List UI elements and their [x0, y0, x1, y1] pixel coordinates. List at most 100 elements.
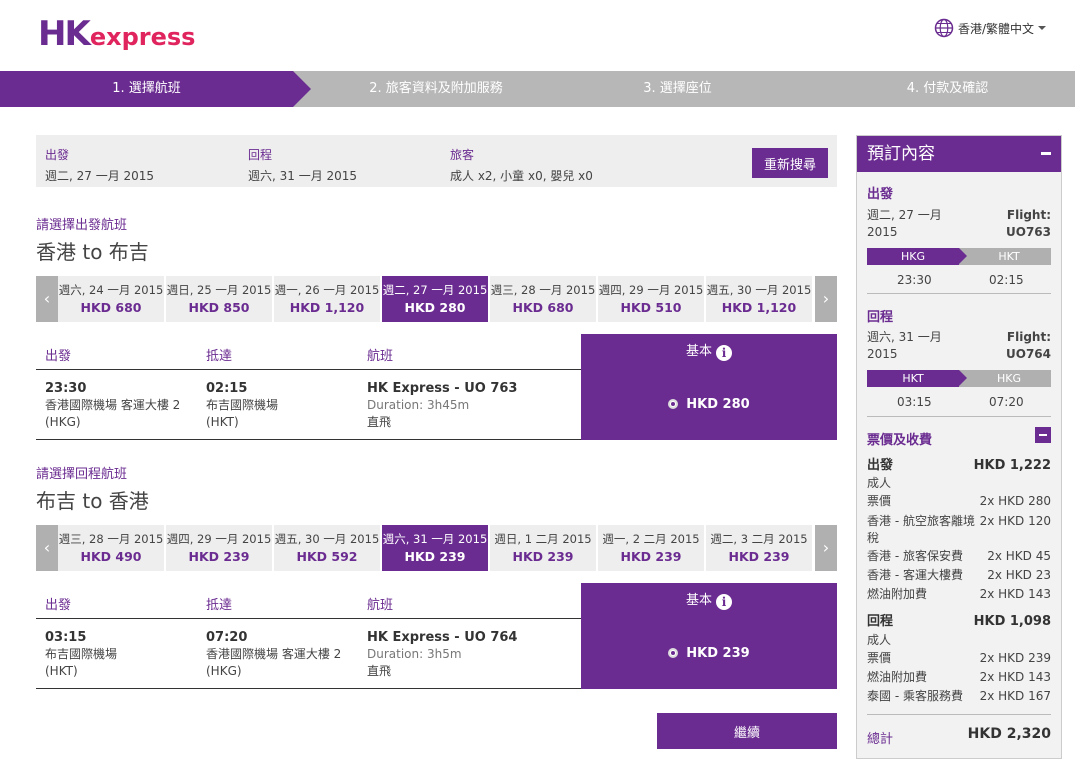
inbound-date-option[interactable]: 週五, 30 一月 2015 HKD 592: [274, 525, 380, 571]
outbound-date-option[interactable]: 週三, 28 一月 2015 HKD 680: [490, 276, 596, 322]
hk-express-logo[interactable]: HK express: [38, 14, 195, 54]
inbound-route: 布吉 to 香港: [36, 489, 149, 513]
fare-basic-header: 基本 i: [581, 583, 837, 619]
step-arrow: [293, 71, 311, 107]
arr-code: (HKG): [206, 664, 242, 678]
inbound-prev-arrow[interactable]: ‹: [36, 525, 58, 571]
outbound-fare-option[interactable]: HKD 280: [581, 370, 837, 440]
step-select-seat: 3. 選擇座位: [643, 81, 712, 96]
outbound-date-option[interactable]: 週一, 26 一月 2015 HKD 1,120: [274, 276, 380, 322]
step-payment: 4. 付款及確認: [906, 81, 989, 96]
col-flight: 航班: [367, 598, 394, 613]
date-label: 週六, 24 一月 2015: [58, 283, 164, 297]
summary-return: 回程 週六, 31 一月 2015: [248, 146, 357, 184]
fare-item-row: 香港 - 旅客保安費 2x HKD 45: [867, 547, 1051, 566]
arr-airport: 香港國際機場 客運大樓 2: [206, 647, 342, 661]
date-label: 週二, 27 一月 2015: [382, 283, 488, 297]
inbound-date-option[interactable]: 週四, 29 一月 2015 HKD 239: [166, 525, 272, 571]
fare-item-row: 泰國 - 乘客服務費 2x HKD 167: [867, 687, 1051, 706]
fares-label: 票價及收費: [867, 433, 933, 448]
route-to: HKG: [959, 370, 1051, 387]
collapse-icon[interactable]: [1041, 152, 1051, 155]
inbound-depart-cell: 03:15 布吉國際機場 (HKT): [45, 629, 117, 680]
research-button[interactable]: 重新搜尋: [752, 148, 828, 178]
fare-basic-header: 基本 i: [581, 334, 837, 370]
item-amount: 2x HKD 239: [979, 651, 1051, 665]
ret-fare-total-row: 回程 HKD 1,098: [867, 612, 1051, 631]
inbound-date-option[interactable]: 週一, 2 二月 2015 HKD 239: [598, 525, 704, 571]
summary-passengers: 旅客 成人 x2, 小童 x0, 嬰兒 x0: [450, 146, 593, 184]
inbound-next-arrow[interactable]: ›: [815, 525, 837, 571]
divider: [867, 293, 1051, 294]
fares-collapse-icon[interactable]: [1035, 427, 1051, 443]
ret-arr-time: 07:20: [989, 395, 1024, 409]
date-label: 週五, 30 一月 2015: [274, 532, 380, 546]
caret-down-icon: [1038, 26, 1047, 30]
inbound-arrive-cell: 07:20 香港國際機場 客運大樓 2 (HKG): [206, 629, 341, 680]
inbound-date-option[interactable]: 週三, 28 一月 2015 HKD 490: [58, 525, 164, 571]
outbound-date-carousel: ‹ 週六, 24 一月 2015 HKD 680 週日, 25 一月 2015 HK…: [36, 276, 837, 322]
row-amount: HKD 1,098: [973, 614, 1051, 629]
grand-total-amount: HKD 2,320: [967, 726, 1051, 742]
booking-steps: 1. 選擇航班 2. 旅客資料及附加服務 3. 選擇座位 4. 付款及確認: [0, 71, 1075, 107]
fare-item-row: 香港 - 客運大樓費 2x HKD 23: [867, 566, 1051, 585]
inbound-date-option-selected[interactable]: 週六, 31 一月 2015 HKD 239: [382, 525, 488, 571]
outbound-date-option[interactable]: 週四, 29 一月 2015 HKD 510: [598, 276, 704, 322]
info-icon[interactable]: i: [716, 345, 732, 361]
radio-selected-icon[interactable]: [668, 648, 679, 658]
inbound-flight-row: 03:15 布吉國際機場 (HKT) 07:20 香港國際機場 客運大樓 2 (…: [36, 619, 581, 689]
item-amount: 2x HKD 23: [987, 568, 1051, 582]
date-price: HKD 1,120: [289, 300, 365, 315]
step-select-flight: 1. 選擇航班: [0, 71, 293, 107]
outbound-date-option[interactable]: 週日, 25 一月 2015 HKD 850: [166, 276, 272, 322]
language-selector[interactable]: 香港/繁體中文: [934, 18, 1047, 38]
date-label: 週二, 3 二月 2015: [710, 532, 808, 546]
item-name: 燃油附加費: [867, 670, 928, 684]
panel-outbound-label: 出發: [867, 187, 894, 202]
row-amount: HKD 1,222: [973, 458, 1051, 473]
panel-outbound-date: 週二, 27 一月 2015: [867, 207, 942, 241]
divider: [867, 416, 1051, 417]
route-arrow: [959, 248, 967, 264]
dep-code: (HKT): [45, 664, 78, 678]
flight-type: 直飛: [367, 664, 392, 678]
outbound-date-option[interactable]: 週六, 24 一月 2015 HKD 680: [58, 276, 164, 322]
inbound-fare-option[interactable]: HKD 239: [581, 619, 837, 689]
summary-depart-value: 週二, 27 一月 2015: [45, 169, 155, 183]
panel-return-date: 週六, 31 一月 2015: [867, 329, 942, 363]
item-amount: 2x HKD 45: [987, 549, 1051, 563]
col-flight: 航班: [367, 349, 394, 364]
arr-time: 02:15: [206, 381, 248, 396]
outbound-prev-arrow[interactable]: ‹: [36, 276, 58, 322]
ret-dep-time: 03:15: [897, 395, 932, 409]
outbound-flight-cell: HK Express - UO 763 Duration: 3h45m 直飛: [367, 380, 517, 431]
outbound-date-option-selected[interactable]: 週二, 27 一月 2015 HKD 280: [382, 276, 488, 322]
radio-selected-icon[interactable]: [668, 399, 679, 409]
date-label: 週四, 29 一月 2015: [166, 532, 272, 546]
outbound-date-option[interactable]: 週五, 30 一月 2015 HKD 1,120: [706, 276, 812, 322]
date-label: 週三, 28 一月 2015: [58, 532, 164, 546]
ret-year: 2015: [867, 347, 898, 361]
inbound-date-option[interactable]: 週二, 3 二月 2015 HKD 239: [706, 525, 812, 571]
panel-return-flight: Flight: UO764: [1006, 329, 1051, 363]
flight-number: UO764: [1006, 347, 1051, 361]
item-name: 票價: [867, 651, 892, 665]
col-arrive: 抵達: [206, 349, 233, 364]
continue-button[interactable]: 繼續: [657, 713, 837, 749]
fare-item-row: 稅: [867, 529, 1051, 548]
divider: [867, 714, 1051, 715]
inbound-date-option[interactable]: 週日, 1 二月 2015 HKD 239: [490, 525, 596, 571]
date-price: HKD 239: [512, 549, 574, 564]
ret-adult-row: 成人: [867, 633, 892, 647]
dep-airport: 香港國際機場 客運大樓 2: [45, 398, 181, 412]
date-price: HKD 280: [404, 300, 466, 315]
date-label: 週日, 25 一月 2015: [166, 283, 272, 297]
out-fare-total-row: 出發 HKD 1,222: [867, 456, 1051, 475]
route-arrow: [959, 370, 967, 386]
dep-code: (HKG): [45, 415, 81, 429]
out-year: 2015: [867, 225, 898, 239]
info-icon[interactable]: i: [716, 594, 732, 610]
summary-return-label: 回程: [248, 148, 273, 162]
inbound-flight-cell: HK Express - UO 764 Duration: 3h5m 直飛: [367, 629, 517, 680]
outbound-next-arrow[interactable]: ›: [815, 276, 837, 322]
